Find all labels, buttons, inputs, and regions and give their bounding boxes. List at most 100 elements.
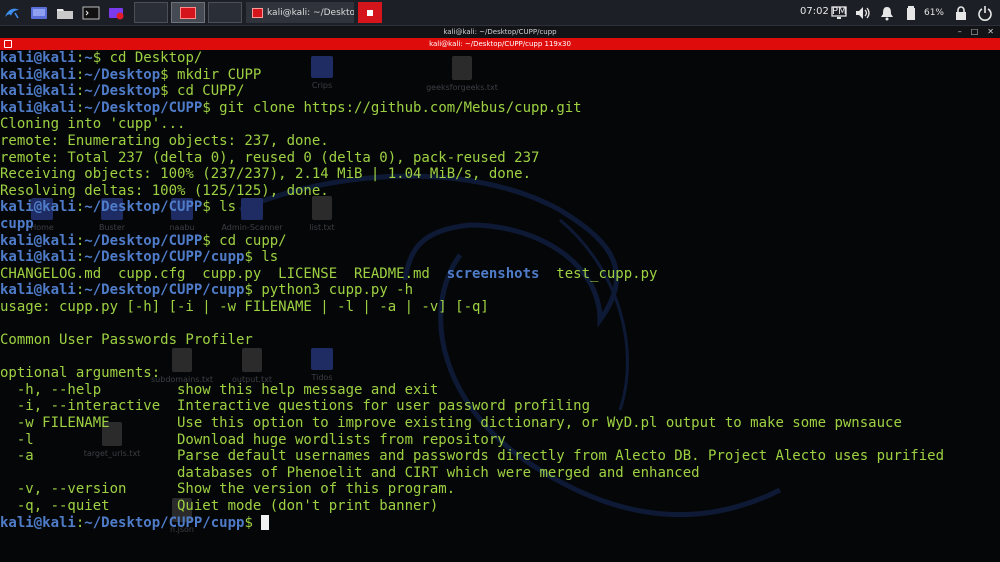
command-line: kali@kali:~/Desktop/CUPP/cupp$ python3 c… — [0, 282, 944, 299]
prompt-symbol: $ — [244, 249, 262, 266]
output-line: usage: cupp.py [-h] [-i | -w FILENAME | … — [0, 299, 944, 316]
window-controls: – □ ✕ — [958, 26, 994, 38]
prompt-user: kali@kali — [0, 50, 76, 66]
prompt-path: ~/Desktop/CUPP/cupp — [84, 514, 245, 531]
terminal-launcher[interactable] — [80, 3, 102, 23]
battery-percentage: 61% — [923, 7, 944, 18]
terminal-icon — [82, 6, 100, 19]
power-manager-button[interactable] — [900, 2, 922, 24]
prompt-symbol: $ — [92, 50, 110, 66]
kali-dragon-icon — [5, 8, 19, 18]
prompt-user: kali@kali — [0, 232, 76, 249]
prompt-symbol: $ — [202, 199, 220, 216]
output-text: -a Parse default usernames and passwords… — [0, 448, 945, 465]
system-tray: 61% — [826, 0, 1000, 25]
directory-entry: cupp — [0, 215, 34, 232]
kali-menu-button[interactable] — [0, 1, 24, 25]
output-text: usage: cupp.py [-h] [-i | -w FILENAME | … — [0, 298, 489, 315]
command-line: kali@kali:~$ cd Desktop/ — [0, 50, 944, 67]
ls-output-line: CHANGELOG.md cupp.cfg cupp.py LICENSE RE… — [0, 266, 944, 283]
output-text: -l Download huge wordlists from reposito… — [0, 431, 506, 448]
command-text: git clone https://github.com/Mebus/cupp.… — [219, 99, 582, 116]
file-manager-launcher[interactable] — [54, 3, 76, 23]
file-entries: test_cupp.py — [539, 265, 658, 282]
command-line: kali@kali:~/Desktop/CUPP$ ls — [0, 199, 944, 216]
output-text: -w FILENAME Use this option to improve e… — [0, 415, 902, 432]
output-line: Common User Passwords Profiler — [0, 332, 944, 349]
workspace-2[interactable] — [171, 2, 205, 23]
close-icon[interactable]: ✕ — [987, 26, 994, 38]
volume-button[interactable] — [852, 2, 874, 24]
output-text: -i, --interactive Interactive questions … — [0, 398, 591, 415]
command-text: cd cupp/ — [219, 232, 287, 249]
command-line: kali@kali:~/Desktop$ mkdir CUPP — [0, 67, 944, 84]
ls-output-line: cupp — [0, 216, 944, 233]
show-desktop-button[interactable] — [28, 3, 50, 23]
bell-icon — [880, 6, 893, 20]
task-square-icon — [367, 9, 373, 16]
terminal-output-area[interactable]: Crips geeksforgeeks.txt Home Buster naab… — [0, 50, 1000, 562]
output-line: -h, --help show this help message and ex… — [0, 382, 944, 399]
camera-icon — [109, 7, 124, 19]
output-text: remote: Enumerating objects: 237, done. — [0, 132, 329, 149]
prompt-path: ~ — [84, 50, 93, 66]
monitor-icon — [831, 5, 847, 19]
command-line: kali@kali:~/Desktop/CUPP$ cd cupp/ — [0, 233, 944, 250]
directory-entry: screenshots — [446, 265, 540, 282]
prompt-user: kali@kali — [0, 199, 76, 216]
display-settings-button[interactable] — [828, 2, 850, 24]
maximize-icon[interactable]: □ — [971, 26, 979, 38]
prompt-path: ~/Desktop/CUPP — [84, 199, 203, 216]
command-text: ls — [261, 249, 279, 266]
notifications-button[interactable] — [876, 2, 898, 24]
prompt-user: kali@kali — [0, 514, 76, 531]
output-line: remote: Enumerating objects: 237, done. — [0, 133, 944, 150]
output-text: Common User Passwords Profiler — [0, 332, 253, 349]
command-text: mkdir CUPP — [177, 66, 262, 83]
taskbar-task-label: kali@kali: ~/Desktop/CU... — [267, 7, 354, 18]
command-text: python3 cupp.py -h — [261, 282, 414, 299]
minimize-icon[interactable]: – — [958, 26, 962, 38]
tab-lock-icon — [4, 40, 12, 48]
speaker-icon — [855, 6, 870, 19]
command-line: kali@kali:~/Desktop/CUPP/cupp$ ls — [0, 249, 944, 266]
lock-icon — [956, 5, 966, 20]
output-line: -i, --interactive Interactive questions … — [0, 398, 944, 415]
desktop-icon — [31, 6, 47, 19]
command-text: cd Desktop/ — [109, 50, 203, 66]
top-panel: kali@kali: ~/Desktop/CU... 07:02 PM — [0, 0, 1000, 26]
terminal-text: kali@kali:~$ cd Desktop/kali@kali:~/Desk… — [0, 50, 944, 531]
prompt-path: ~/Desktop — [84, 66, 161, 83]
logout-button[interactable] — [974, 2, 996, 24]
prompt-path: ~/Desktop/CUPP — [84, 232, 203, 249]
output-line: Resolving deltas: 100% (125/125), done. — [0, 183, 944, 200]
window-title: kali@kali: ~/Desktop/CUPP/cupp — [443, 28, 557, 36]
output-text: -v, --version Show the version of this p… — [0, 481, 456, 498]
prompt-symbol: $ — [244, 514, 262, 531]
output-line: Cloning into 'cupp'... — [0, 116, 944, 133]
prompt-symbol: $ — [202, 99, 220, 116]
output-text: databases of Phenoelit and CIRT which we… — [0, 464, 700, 481]
taskbar-secondary-task[interactable] — [358, 2, 382, 23]
output-text: Cloning into 'cupp'... — [0, 116, 186, 133]
command-line: kali@kali:~/Desktop$ cd CUPP/ — [0, 83, 944, 100]
output-line: Receiving objects: 100% (237/237), 2.14 … — [0, 166, 944, 183]
terminal-window-titlebar[interactable]: kali@kali: ~/Desktop/CUPP/cupp – □ ✕ — [0, 26, 1000, 38]
workspace-1[interactable] — [134, 2, 168, 23]
output-text: Resolving deltas: 100% (125/125), done. — [0, 182, 329, 199]
workspace-3[interactable] — [208, 2, 242, 23]
taskbar-terminal-task[interactable]: kali@kali: ~/Desktop/CU... — [246, 2, 354, 23]
screen-recorder-launcher[interactable] — [106, 3, 128, 23]
output-text: optional arguments: — [0, 365, 161, 382]
output-line: -v, --version Show the version of this p… — [0, 481, 944, 498]
terminal-tab[interactable]: kali@kali: ~/Desktop/CUPP/cupp 119x30 — [0, 38, 1000, 50]
prompt-symbol: $ — [244, 282, 262, 299]
lock-screen-button[interactable] — [950, 2, 972, 24]
command-text: ls — [219, 199, 237, 216]
workspace-window-thumbnail — [180, 6, 196, 19]
output-line: optional arguments: — [0, 365, 944, 382]
text-cursor — [261, 514, 270, 530]
current-prompt-line: kali@kali:~/Desktop/CUPP/cupp$ — [0, 514, 944, 532]
